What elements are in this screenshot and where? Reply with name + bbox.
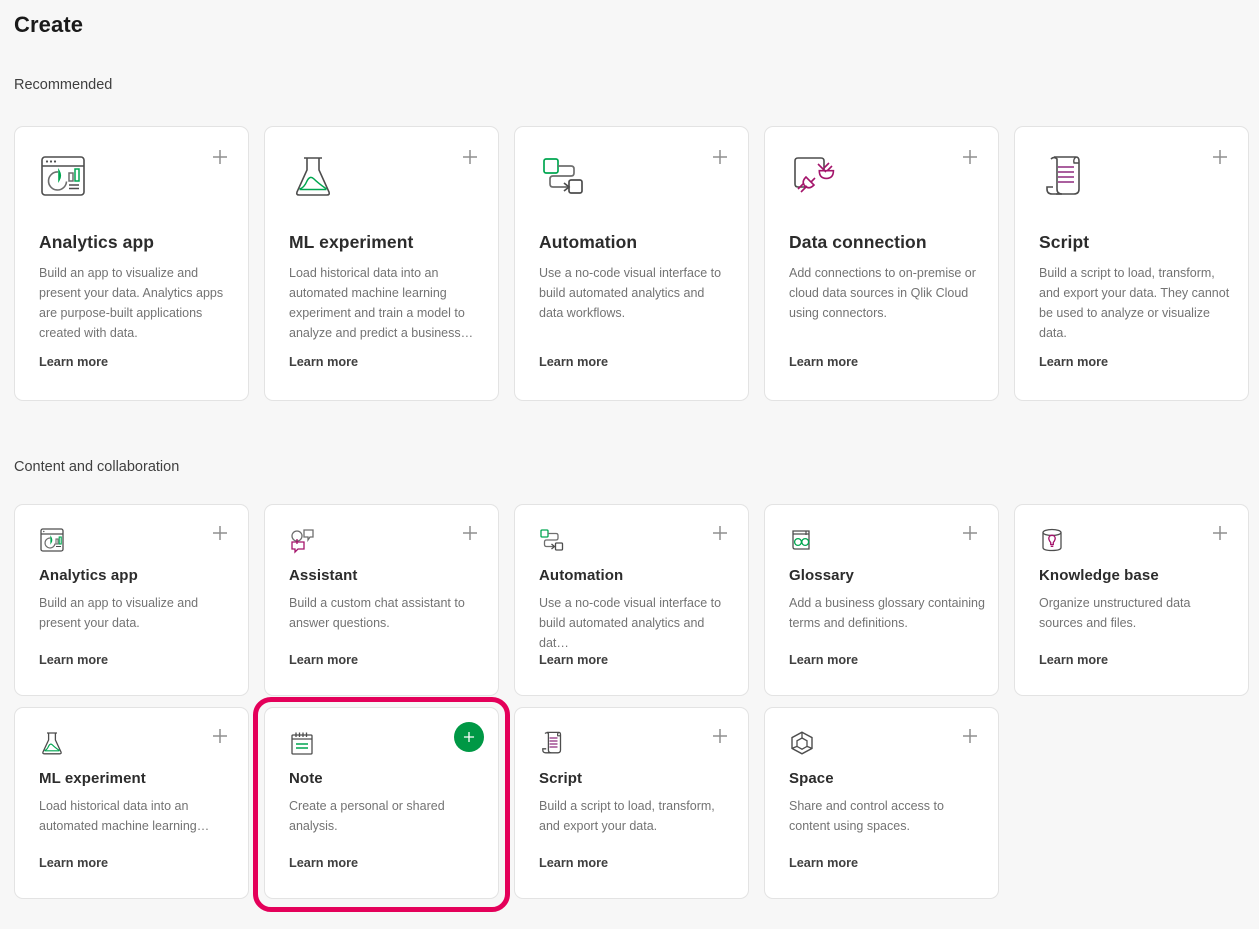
knowledge-base-icon xyxy=(1038,526,1066,554)
learn-more-link[interactable]: Learn more xyxy=(39,355,108,369)
card-description: Load historical data into an automated m… xyxy=(289,266,474,340)
learn-more-link[interactable]: Learn more xyxy=(539,653,608,667)
card-title: Assistant xyxy=(289,567,358,584)
create-card-ml-experiment[interactable]: ML experiment Load historical data into … xyxy=(264,126,499,401)
ml-experiment-flask-icon xyxy=(38,729,66,757)
card-description: Build a custom chat assistant to answer … xyxy=(289,596,465,630)
learn-more-link[interactable]: Learn more xyxy=(289,653,358,667)
learn-more-link[interactable]: Learn more xyxy=(789,856,858,870)
card-title: Knowledge base xyxy=(1039,567,1159,584)
learn-more-link[interactable]: Learn more xyxy=(39,856,108,870)
page-title: Create xyxy=(14,12,84,37)
learn-more-link[interactable]: Learn more xyxy=(289,856,358,870)
learn-more-link[interactable]: Learn more xyxy=(789,653,858,667)
add-button[interactable] xyxy=(211,524,229,542)
analytics-app-icon xyxy=(38,526,66,554)
card-description: Share and control access to content usin… xyxy=(789,799,944,833)
learn-more-link[interactable]: Learn more xyxy=(539,856,608,870)
create-card-analytics-app[interactable]: Analytics app Build an app to visualize … xyxy=(14,126,249,401)
create-card-space[interactable]: Space Share and control access to conten… xyxy=(764,707,999,899)
card-title: ML experiment xyxy=(39,770,146,787)
data-connection-plug-icon xyxy=(788,151,838,201)
add-button[interactable] xyxy=(211,727,229,745)
card-description: Build a script to load, transform, and e… xyxy=(539,799,715,833)
card-title: Space xyxy=(789,770,834,787)
add-button[interactable] xyxy=(961,727,979,745)
create-card-analytics-app-small[interactable]: Analytics app Build an app to visualize … xyxy=(14,504,249,696)
card-title: Data connection xyxy=(789,232,927,252)
card-title: Script xyxy=(539,770,583,787)
create-card-knowledge-base[interactable]: Knowledge base Organize unstructured dat… xyxy=(1014,504,1249,696)
note-icon xyxy=(288,729,316,757)
add-button[interactable] xyxy=(711,524,729,542)
card-title: Automation xyxy=(539,232,638,252)
glossary-book-icon xyxy=(788,526,816,554)
add-button[interactable] xyxy=(711,148,729,166)
add-button[interactable] xyxy=(211,148,229,166)
script-scroll-icon xyxy=(538,729,566,757)
create-card-ml-experiment-small[interactable]: ML experiment Load historical data into … xyxy=(14,707,249,899)
card-description: Add connections to on-premise or cloud d… xyxy=(789,266,976,320)
card-title: Analytics app xyxy=(39,232,155,252)
add-button[interactable] xyxy=(454,722,484,752)
create-card-assistant[interactable]: Assistant Build a custom chat assistant … xyxy=(264,504,499,696)
create-card-script-small[interactable]: Script Build a script to load, transform… xyxy=(514,707,749,899)
card-description: Add a business glossary containing terms… xyxy=(789,596,985,630)
learn-more-link[interactable]: Learn more xyxy=(789,355,858,369)
create-page: Create Recommended Analytics app Build a… xyxy=(0,0,1259,929)
add-button[interactable] xyxy=(461,524,479,542)
card-description: Build a script to load, transform, and e… xyxy=(1039,266,1230,340)
section-title-content-and-collaboration: Content and collaboration xyxy=(14,459,180,475)
analytics-app-icon xyxy=(38,151,88,201)
create-card-glossary[interactable]: Glossary Add a business glossary contain… xyxy=(764,504,999,696)
learn-more-link[interactable]: Learn more xyxy=(289,355,358,369)
automation-flow-icon xyxy=(538,151,588,201)
add-button[interactable] xyxy=(961,524,979,542)
content-card-grid-row-1: Analytics app Build an app to visualize … xyxy=(14,504,1249,696)
create-card-script[interactable]: Script Build a script to load, transform… xyxy=(1014,126,1249,401)
content-card-grid-row-2: ML experiment Load historical data into … xyxy=(14,707,999,899)
section-title-recommended: Recommended xyxy=(14,77,113,93)
create-card-automation-small[interactable]: Automation Use a no-code visual interfac… xyxy=(514,504,749,696)
card-description: Organize unstructured data sources and f… xyxy=(1039,596,1191,630)
card-description: Build an app to visualize and present yo… xyxy=(39,266,224,340)
assistant-chat-icon xyxy=(288,526,316,554)
recommended-card-grid: Analytics app Build an app to visualize … xyxy=(14,126,1249,401)
create-card-automation[interactable]: Automation Use a no-code visual interfac… xyxy=(514,126,749,401)
add-button[interactable] xyxy=(711,727,729,745)
card-description: Build an app to visualize and present yo… xyxy=(39,596,199,630)
card-description: Use a no-code visual interface to build … xyxy=(539,266,722,320)
ml-experiment-flask-icon xyxy=(288,151,338,201)
add-button[interactable] xyxy=(461,148,479,166)
card-title: Glossary xyxy=(789,567,855,584)
learn-more-link[interactable]: Learn more xyxy=(539,355,608,369)
learn-more-link[interactable]: Learn more xyxy=(39,653,108,667)
script-scroll-icon xyxy=(1038,151,1088,201)
card-description: Create a personal or shared analysis. xyxy=(289,799,445,833)
create-card-data-connection[interactable]: Data connection Add connections to on-pr… xyxy=(764,126,999,401)
create-card-note[interactable]: Note Create a personal or shared analysi… xyxy=(264,707,499,899)
add-button[interactable] xyxy=(1211,148,1229,166)
learn-more-link[interactable]: Learn more xyxy=(1039,355,1108,369)
card-description: Load historical data into an automated m… xyxy=(39,799,210,833)
card-title: Note xyxy=(289,770,323,787)
add-button[interactable] xyxy=(961,148,979,166)
learn-more-link[interactable]: Learn more xyxy=(1039,653,1108,667)
card-title: Analytics app xyxy=(39,567,138,584)
card-description: Use a no-code visual interface to build … xyxy=(539,596,722,650)
card-title: ML experiment xyxy=(289,232,414,252)
space-cube-icon xyxy=(788,729,816,757)
card-title: Script xyxy=(1039,232,1090,252)
add-button[interactable] xyxy=(1211,524,1229,542)
automation-flow-icon xyxy=(538,526,566,554)
card-title: Automation xyxy=(539,567,624,584)
